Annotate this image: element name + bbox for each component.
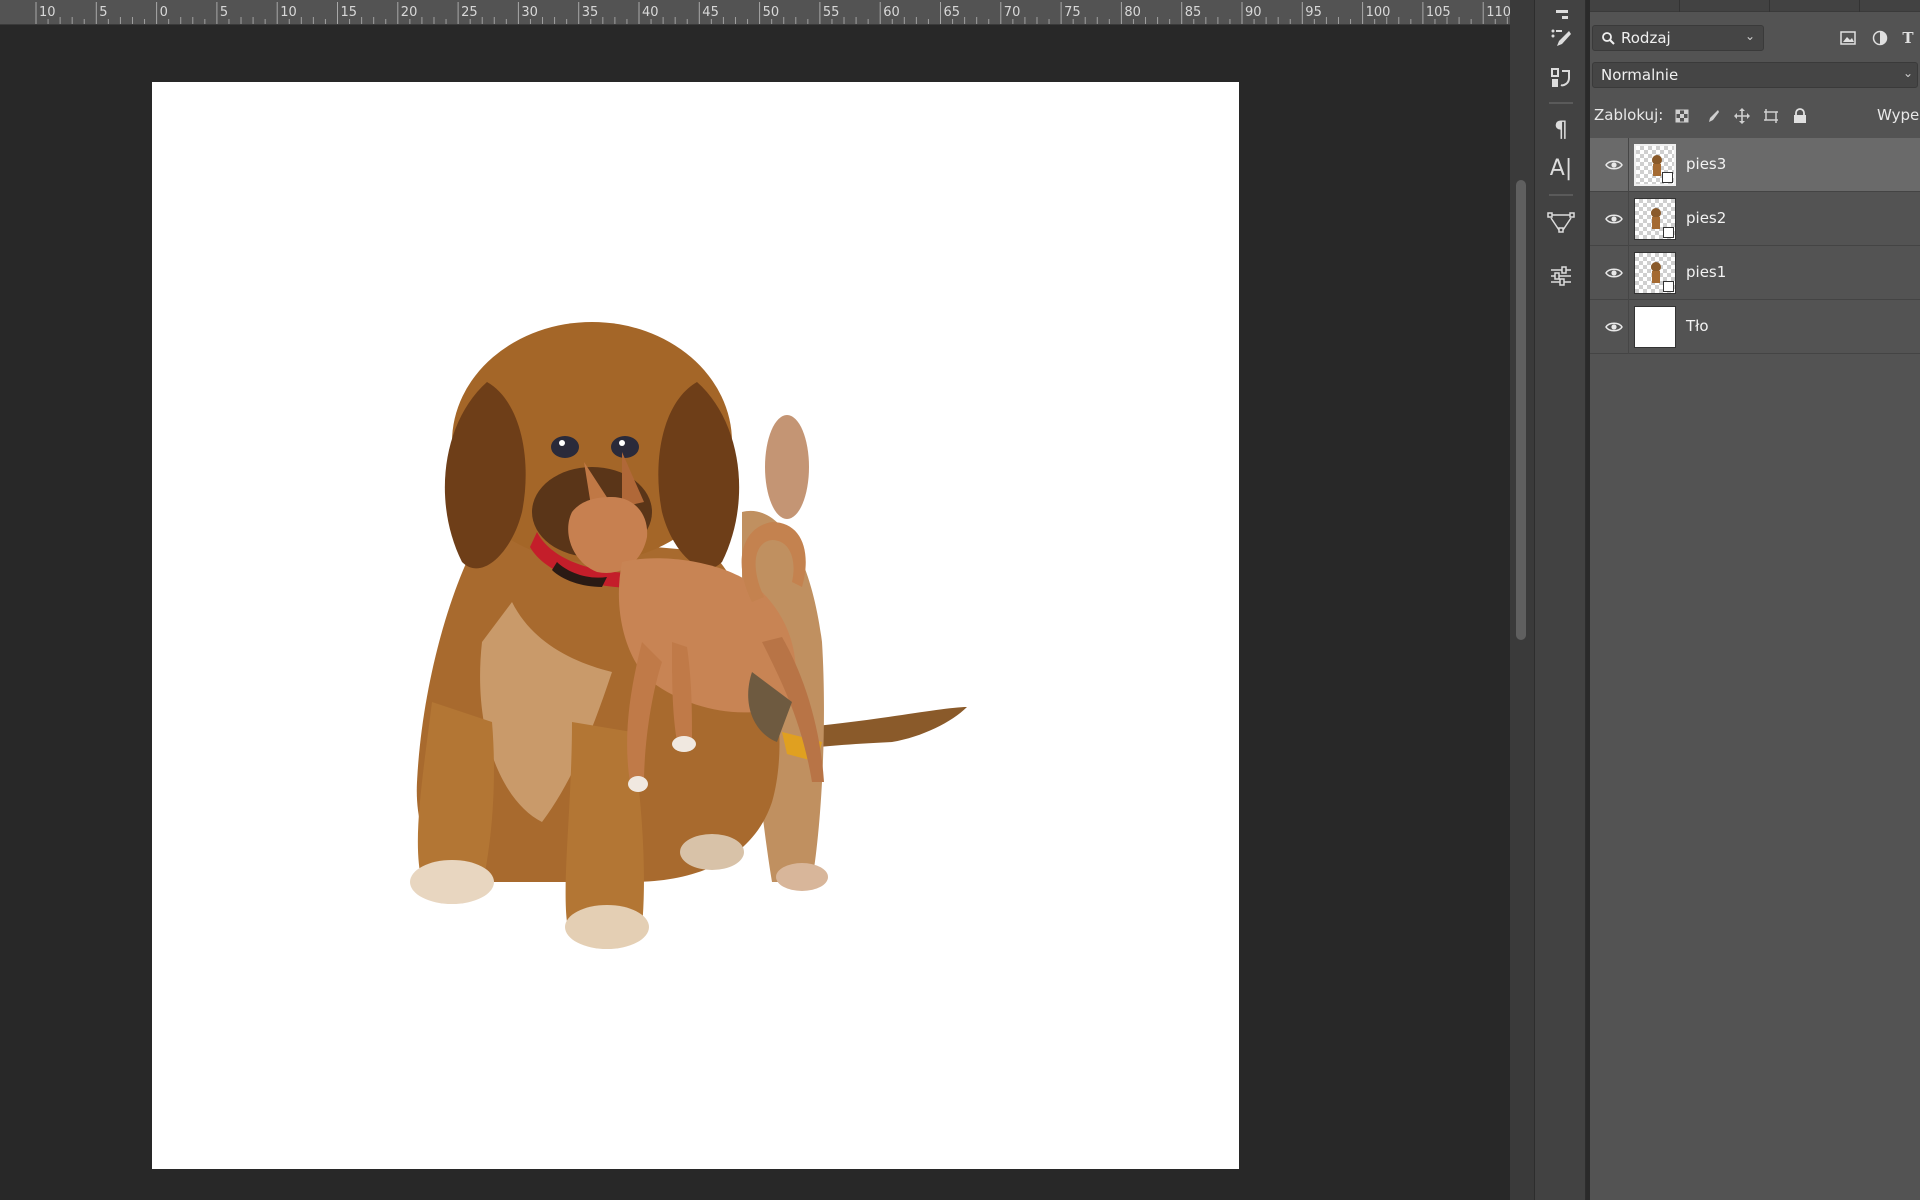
layer-row[interactable]: pies3	[1590, 138, 1920, 192]
layers-panel: Rodzaj ⌄ T Normalnie ⌄ Zablokuj: Wype pi…	[1590, 0, 1920, 1200]
layer-row[interactable]: Tło	[1590, 300, 1920, 354]
layer-name[interactable]: Tło	[1686, 317, 1709, 335]
fill-label: Wype	[1877, 106, 1920, 124]
ruler-label: 5	[99, 5, 107, 20]
lock-artboard-icon[interactable]	[1761, 106, 1781, 126]
panel-tab-bar[interactable]	[1590, 0, 1920, 12]
layer-name[interactable]: pies2	[1686, 209, 1726, 227]
layer-thumbnail[interactable]	[1634, 252, 1676, 294]
ruler-label: 0	[160, 5, 168, 20]
layer-divider	[1628, 300, 1629, 354]
ruler-label: 30	[521, 5, 538, 20]
ruler-label: 35	[582, 5, 599, 20]
ruler-label: 65	[944, 5, 961, 20]
ruler-label: 70	[1004, 5, 1021, 20]
kind-filter-label: Rodzaj	[1621, 29, 1671, 47]
paragraph-icon[interactable]: ¶	[1543, 114, 1579, 146]
ruler-label: 15	[341, 5, 358, 20]
layer-filter-row: Rodzaj ⌄ T	[1590, 20, 1920, 54]
layer-divider	[1628, 192, 1629, 246]
photoshop-window: 10 5 0 5 10 15 20 25 30 35 40 45 50 55 60 65 70 75 80 85 90 9…	[0, 0, 1920, 1200]
layer-divider	[1628, 246, 1629, 300]
ruler-label: 90	[1245, 5, 1262, 20]
artwork	[410, 322, 967, 949]
layer-row[interactable]: pies2	[1590, 192, 1920, 246]
scrollbar-thumb[interactable]	[1516, 180, 1526, 640]
eye-icon[interactable]	[1604, 263, 1624, 283]
blend-mode-row: Normalnie ⌄	[1590, 60, 1920, 92]
layer-name[interactable]: pies1	[1686, 263, 1726, 281]
clone-source-icon[interactable]	[1543, 62, 1579, 94]
ruler-label: 95	[1305, 5, 1322, 20]
adjustments-icon[interactable]	[1543, 260, 1579, 292]
lock-all-icon[interactable]	[1790, 106, 1810, 126]
smart-object-icon	[1663, 227, 1674, 238]
chevron-down-icon: ⌄	[1902, 66, 1913, 80]
layer-thumbnail[interactable]	[1634, 144, 1676, 186]
lock-position-icon[interactable]	[1732, 106, 1752, 126]
panel-tab[interactable]	[1590, 0, 1680, 12]
type-filter-icon[interactable]: T	[1898, 28, 1918, 48]
ruler-label: 45	[702, 5, 719, 20]
ruler-label: 60	[883, 5, 900, 20]
eye-icon[interactable]	[1604, 155, 1624, 175]
blend-mode-select[interactable]: Normalnie ⌄	[1592, 62, 1918, 88]
layer-list: pies3 pies2 pies1 Tło	[1590, 138, 1920, 354]
ruler-label: 75	[1064, 5, 1081, 20]
panel-toolstrip: ¶ A|	[1534, 0, 1586, 1200]
kind-filter-select[interactable]: Rodzaj ⌄	[1592, 25, 1764, 51]
ruler-label: 25	[461, 5, 478, 20]
canvas-workspace[interactable]	[0, 25, 1510, 1200]
layer-thumbnail[interactable]	[1634, 306, 1676, 348]
ruler-label: 85	[1185, 5, 1202, 20]
ruler-label: 110	[1486, 5, 1510, 20]
chevron-down-icon: ⌄	[1744, 29, 1755, 43]
ruler-label: 105	[1426, 5, 1451, 20]
layer-row[interactable]: pies1	[1590, 246, 1920, 300]
lock-label: Zablokuj:	[1594, 106, 1664, 124]
horizontal-ruler[interactable]: 10 5 0 5 10 15 20 25 30 35 40 45 50 55 60 65 70 75 80 85 90 9…	[0, 0, 1510, 25]
layer-divider	[1628, 138, 1629, 192]
layer-thumbnail[interactable]	[1634, 198, 1676, 240]
ruler-label: 55	[823, 5, 840, 20]
panel-tab[interactable]	[1770, 0, 1860, 12]
eye-icon[interactable]	[1604, 317, 1624, 337]
character-icon[interactable]: A|	[1543, 152, 1579, 184]
ruler-label: 50	[763, 5, 780, 20]
vertical-scrollbar[interactable]	[1510, 0, 1534, 1200]
image-filter-icon[interactable]	[1838, 28, 1858, 48]
toolstrip-divider	[1549, 194, 1573, 196]
lock-pixels-icon[interactable]	[1702, 106, 1722, 126]
ruler-label: 80	[1124, 5, 1141, 20]
blend-mode-label: Normalnie	[1601, 66, 1679, 84]
smart-object-icon	[1663, 281, 1674, 292]
ruler-label: 5	[220, 5, 228, 20]
paths-icon[interactable]	[1543, 206, 1579, 238]
adjustment-filter-icon[interactable]	[1870, 28, 1890, 48]
ruler-scale: 10 5 0 5 10 15 20 25 30 35 40 45 50 55 60 65 70 75 80 85 90 9…	[35, 2, 1510, 24]
ruler-label: 100	[1366, 5, 1391, 20]
document-canvas[interactable]	[152, 82, 1239, 1169]
lock-row: Zablokuj: Wype	[1590, 100, 1920, 132]
brush-settings-icon[interactable]	[1543, 22, 1579, 54]
ruler-label: 40	[642, 5, 659, 20]
ruler-label: 10	[39, 5, 56, 20]
ruler-label: 10	[280, 5, 297, 20]
layer-name[interactable]: pies3	[1686, 155, 1726, 173]
search-icon	[1601, 31, 1615, 45]
eye-icon[interactable]	[1604, 209, 1624, 229]
ruler-label: 20	[401, 5, 418, 20]
lock-transparent-icon[interactable]	[1672, 106, 1692, 126]
panel-tab[interactable]	[1680, 0, 1770, 12]
toolstrip-divider	[1549, 102, 1573, 104]
smart-object-icon	[1662, 172, 1673, 183]
